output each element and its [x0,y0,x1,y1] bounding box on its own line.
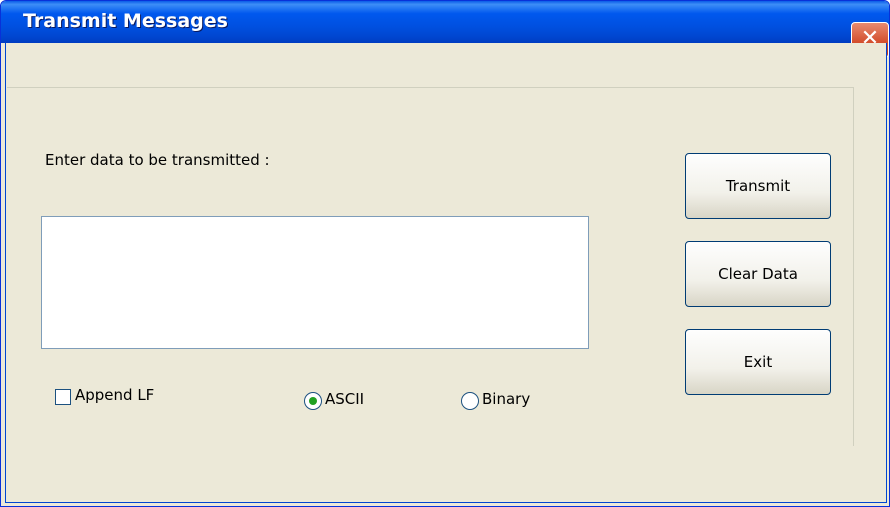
binary-radio-label: Binary [482,390,531,408]
transmit-button-label: Transmit [725,177,791,195]
exit-button-label: Exit [743,353,773,371]
append-lf-checkbox[interactable] [55,389,71,405]
append-lf-label: Append LF [75,386,155,404]
clear-data-button-label: Clear Data [718,265,798,283]
window-title: Transmit Messages [23,10,228,32]
data-prompt-label: Enter data to be transmitted : [45,151,270,169]
data-input[interactable] [41,216,589,349]
radio-selected-dot [309,397,317,405]
exit-button[interactable]: Exit [685,329,831,395]
ascii-radio[interactable] [304,392,322,410]
transmit-button[interactable]: Transmit [685,153,831,219]
title-bar[interactable]: Transmit Messages [1,1,889,43]
clear-data-button[interactable]: Clear Data [685,241,831,307]
transmit-messages-window: Transmit Messages ✕ Enter data to be tra… [0,0,890,507]
binary-radio[interactable] [461,392,479,410]
ascii-radio-label: ASCII [325,390,365,408]
